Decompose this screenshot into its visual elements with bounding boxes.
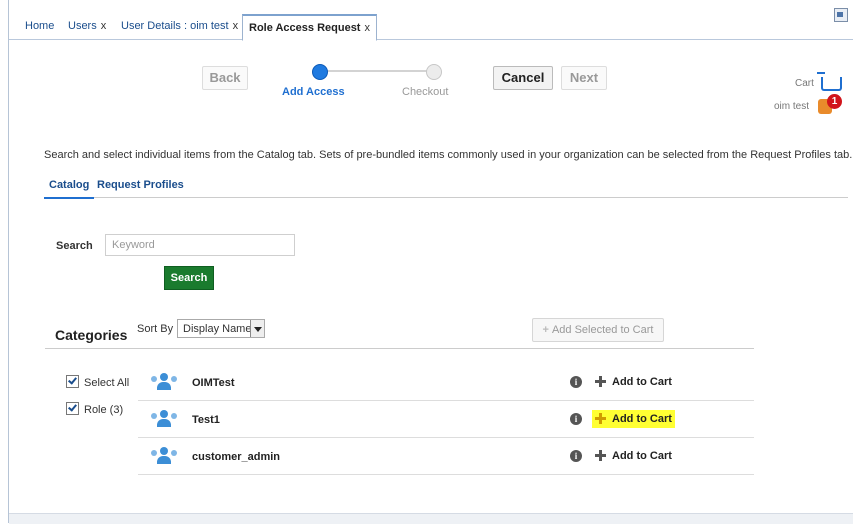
checkbox-label: Select All [84,377,130,389]
tab-label: Role Access Request [249,22,361,34]
catalog-item-row: customer_admin i Add to Cart [138,438,754,475]
checkbox[interactable] [66,402,79,415]
divider [45,348,754,349]
train-step-add-access[interactable]: Add Access [282,86,345,98]
add-to-cart-button[interactable]: Add to Cart [592,373,675,391]
role-icon [151,373,177,390]
catalog-subtabs: Catalog Request Profiles [44,174,848,199]
item-name[interactable]: Test1 [192,414,220,426]
add-selected-to-cart-button[interactable]: + Add Selected to Cart [532,318,664,342]
checkbox[interactable] [66,375,79,388]
role-icon [151,447,177,464]
close-icon[interactable]: x [233,20,239,32]
role-icon [151,410,177,427]
plus-icon: + [542,324,549,336]
add-to-cart-button[interactable]: Add to Cart [592,447,675,465]
tab-home[interactable]: Home [25,14,54,38]
cart-user-label: oim test [774,101,810,112]
cart-label[interactable]: Cart [795,78,814,89]
train-step-checkout[interactable]: Checkout [402,86,448,98]
app-frame: Home Users x User Details : oim test x Rol… [8,0,853,524]
train-connector [318,70,434,72]
plus-icon [595,413,606,424]
sortby-label: Sort By [137,323,174,335]
item-name[interactable]: customer_admin [192,451,280,463]
add-selected-label: Add Selected to Cart [551,324,654,336]
tab-label: Users [68,20,97,32]
add-to-cart-label: Add to Cart [612,376,672,388]
cart-icon[interactable] [817,72,842,91]
info-icon[interactable]: i [570,450,582,462]
cart-count-badge: 1 [827,94,842,109]
tab-label: User Details : oim test [121,20,229,32]
cancel-button[interactable]: Cancel [493,66,553,90]
add-to-cart-label: Add to Cart [612,450,672,462]
tab-label: Home [25,20,55,32]
filter-role[interactable]: Role (3) [66,402,123,416]
close-icon[interactable]: x [364,22,370,34]
train-step-active-icon[interactable] [312,64,328,80]
intro-text: Search and select individual items from … [44,149,853,161]
tab-user-details[interactable]: User Details : oim test x [121,14,238,38]
sort-select-value: Display Name [183,323,252,335]
back-button[interactable]: Back [202,66,248,90]
subtab-catalog[interactable]: Catalog [44,174,95,199]
info-icon[interactable]: i [570,413,582,425]
train-step-inactive-icon[interactable] [426,64,442,80]
search-button[interactable]: Search [164,266,214,290]
sort-select[interactable]: Display Name [177,319,265,338]
plus-icon [595,376,606,387]
info-icon[interactable]: i [570,376,582,388]
tab-bar: Home Users x User Details : oim test x Rol… [9,0,853,41]
next-button[interactable]: Next [561,66,607,90]
close-icon[interactable]: x [101,20,107,32]
plus-icon [595,450,606,461]
chevron-down-icon[interactable] [250,320,264,337]
subtab-request-profiles[interactable]: Request Profiles [97,174,184,197]
detach-icon[interactable] [834,8,848,22]
add-to-cart-button[interactable]: Add to Cart [592,410,675,428]
categories-title: Categories [55,327,128,343]
search-label: Search [56,240,93,252]
add-to-cart-label: Add to Cart [612,413,672,425]
catalog-item-row: Test1 i Add to Cart [138,401,754,438]
search-input[interactable] [105,234,295,256]
bottom-bar [9,513,853,524]
checkbox-label: Role (3) [84,404,124,416]
item-name[interactable]: OIMTest [192,377,235,389]
catalog-item-row: OIMTest i Add to Cart [138,364,754,401]
filter-select-all[interactable]: Select All [66,375,129,389]
tab-users[interactable]: Users x [68,14,106,38]
tab-role-access-request[interactable]: Role Access Request x [242,14,377,41]
